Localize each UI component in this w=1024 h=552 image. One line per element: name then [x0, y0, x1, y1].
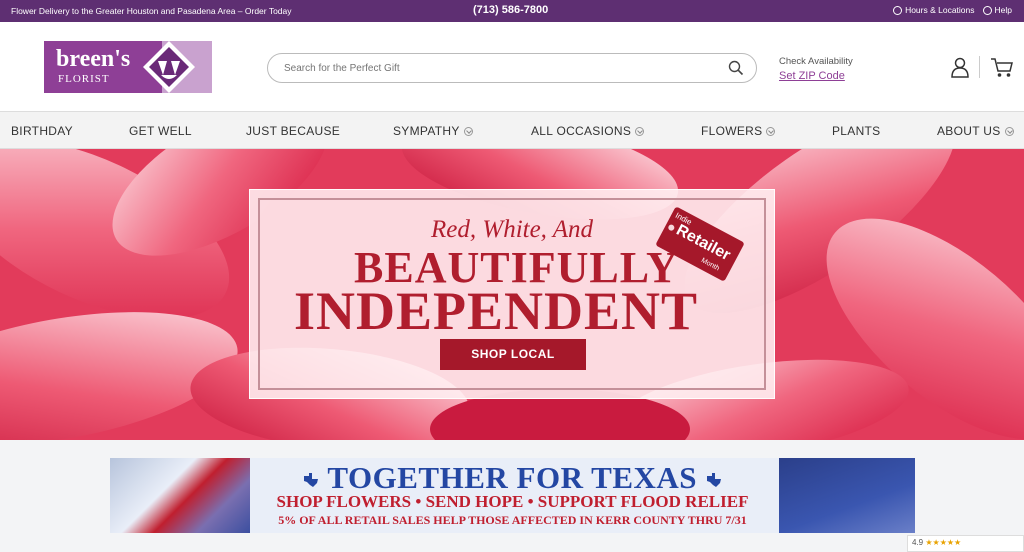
- help-icon: [982, 5, 992, 15]
- search-bar[interactable]: [267, 53, 757, 83]
- banner-title-text: TOGETHER FOR TEXAS: [327, 460, 698, 495]
- phone-link[interactable]: (713) 586-7800: [473, 4, 548, 16]
- chevron-down-icon: [766, 126, 776, 136]
- texas-icon: [707, 472, 722, 487]
- cart-icon[interactable]: [990, 57, 1014, 79]
- header-divider: [979, 56, 980, 78]
- nav-label: ALL OCCASIONS: [531, 124, 632, 138]
- banner-subtitle: SHOP FLOWERS • SEND HOPE • SUPPORT FLOOD…: [276, 492, 749, 511]
- hours-label: Hours & Locations: [905, 5, 975, 15]
- banner-title: TOGETHER FOR TEXAS: [110, 460, 915, 496]
- nav-flowers[interactable]: FLOWERS: [701, 124, 776, 138]
- nav-birthday[interactable]: BIRTHDAY: [11, 124, 73, 138]
- nav-sympathy[interactable]: SYMPATHY: [393, 124, 473, 138]
- rating-badge[interactable]: 4.9 ★★★★★: [907, 535, 1024, 552]
- logo-name: breen's: [56, 46, 131, 72]
- top-bar: Flower Delivery to the Greater Houston a…: [0, 0, 1024, 22]
- tulip-logo-icon: [143, 41, 195, 93]
- nav-get-well[interactable]: GET WELL: [129, 124, 192, 138]
- logo-sub: FLORIST: [58, 73, 110, 85]
- zip-prompt: Check Availability: [779, 56, 853, 67]
- nav-label: SYMPATHY: [393, 124, 460, 138]
- account-icon[interactable]: [950, 57, 970, 79]
- nav-label: ABOUT US: [937, 124, 1001, 138]
- nav-label: FLOWERS: [701, 124, 763, 138]
- top-links: Hours & Locations Help: [893, 5, 1012, 15]
- nav-label: GET WELL: [129, 124, 192, 138]
- banner-note: 5% OF ALL RETAIL SALES HELP THOSE AFFECT…: [278, 513, 747, 527]
- promo-line-3: INDEPENDENT: [294, 281, 699, 341]
- search-input[interactable]: [284, 62, 704, 74]
- shop-local-button[interactable]: SHOP LOCAL: [440, 339, 586, 370]
- tag-hole: [667, 223, 676, 232]
- zip-check: Check Availability Set ZIP Code: [779, 56, 853, 82]
- nav-label: JUST BECAUSE: [246, 124, 341, 138]
- logo[interactable]: breen's FLORIST: [44, 41, 212, 93]
- promo-panel: Red, White, And BEAUTIFULLY INDEPENDENT …: [249, 189, 775, 399]
- texas-icon: [303, 472, 318, 487]
- search-icon[interactable]: [728, 60, 744, 76]
- together-for-texas-banner[interactable]: TOGETHER FOR TEXAS SHOP FLOWERS • SEND H…: [110, 458, 915, 533]
- nav-plants[interactable]: PLANTS: [832, 124, 880, 138]
- rating-score: 4.9: [912, 538, 924, 547]
- nav-just-because[interactable]: JUST BECAUSE: [246, 124, 340, 138]
- promo-strip: TOGETHER FOR TEXAS SHOP FLOWERS • SEND H…: [0, 440, 1024, 552]
- nav-label: BIRTHDAY: [11, 124, 73, 138]
- delivery-message: Flower Delivery to the Greater Houston a…: [11, 6, 292, 16]
- help-link[interactable]: Help: [982, 5, 1012, 15]
- hours-locations-link[interactable]: Hours & Locations: [893, 5, 975, 15]
- site-header: breen's FLORIST Check Availability Set Z…: [0, 22, 1024, 112]
- chevron-down-icon: [463, 126, 473, 136]
- hero-banner[interactable]: Red, White, And BEAUTIFULLY INDEPENDENT …: [0, 149, 1024, 440]
- nav-about-us[interactable]: ABOUT US: [937, 124, 1014, 138]
- help-label: Help: [994, 5, 1012, 15]
- chevron-down-icon: [1004, 126, 1014, 136]
- nav-label: PLANTS: [832, 124, 881, 138]
- rating-stars: ★★★★★: [925, 538, 962, 547]
- clock-icon: [893, 5, 903, 15]
- set-zip-link[interactable]: Set ZIP Code: [779, 70, 853, 82]
- chevron-down-icon: [635, 126, 645, 136]
- main-nav: BIRTHDAY GET WELL JUST BECAUSE SYMPATHY …: [0, 112, 1024, 149]
- nav-all-occasions[interactable]: ALL OCCASIONS: [531, 124, 645, 138]
